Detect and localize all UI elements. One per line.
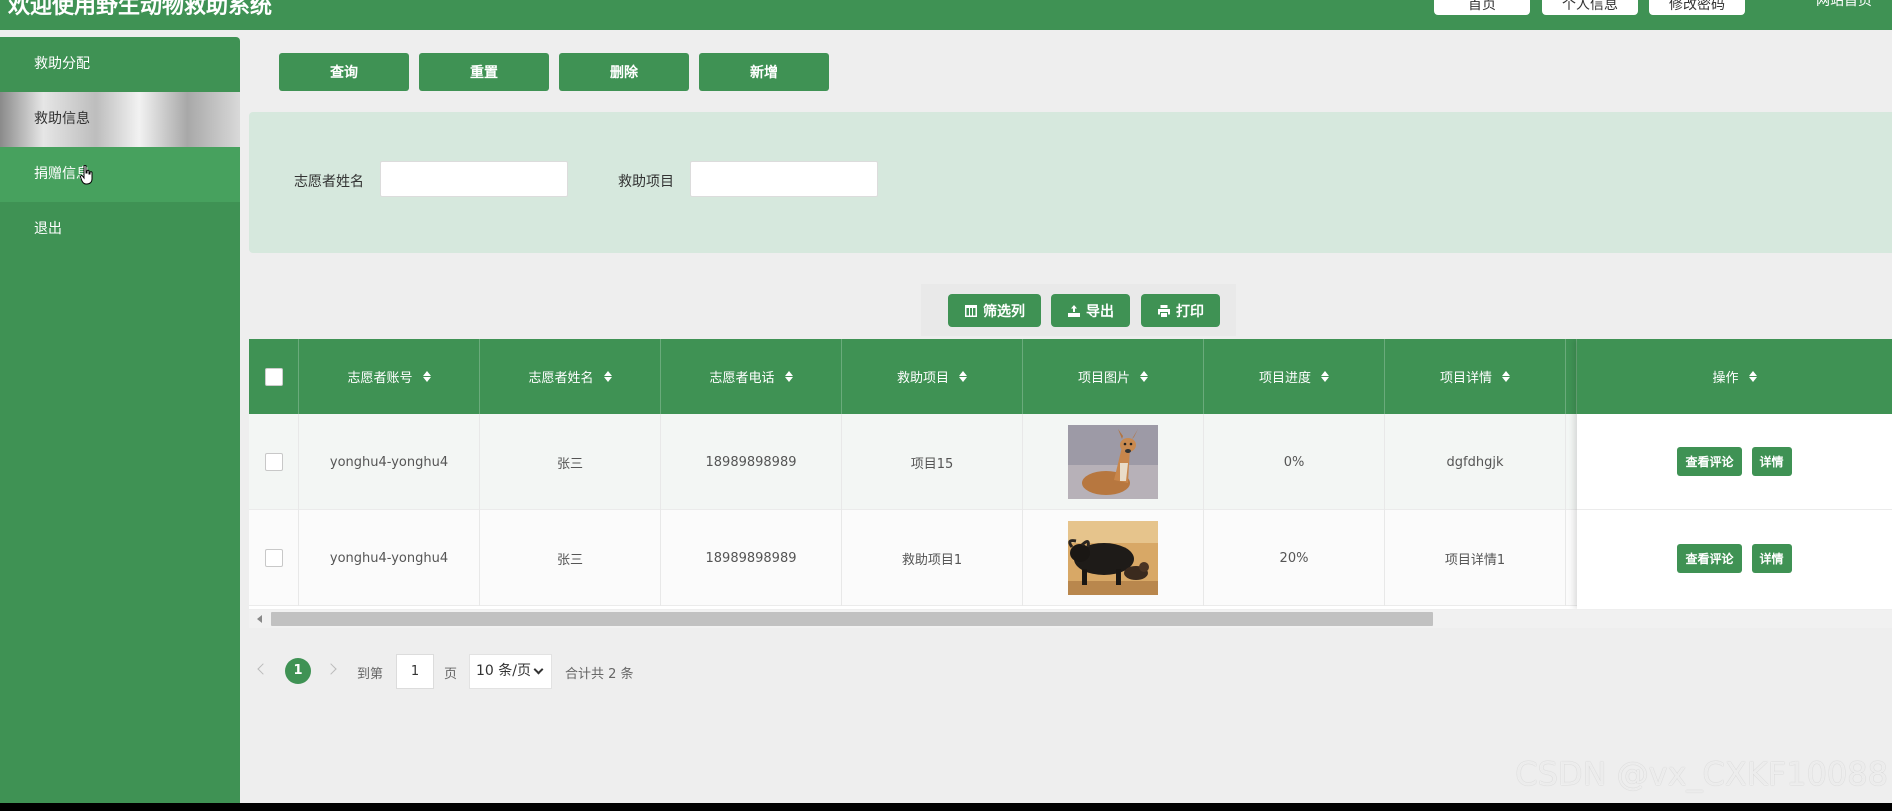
page-number-current[interactable]: 1: [285, 658, 311, 684]
column-header-gap: [1566, 339, 1577, 414]
chevron-down-icon: [533, 664, 544, 675]
sort-icon[interactable]: [603, 371, 612, 382]
print-button[interactable]: 打印: [1141, 294, 1220, 327]
column-header[interactable]: 志愿者账号: [299, 339, 480, 414]
page-size-select[interactable]: 10 条/页: [469, 654, 552, 689]
select-all-cell: [249, 339, 299, 414]
deer-photo[interactable]: [1068, 425, 1158, 499]
sort-icon[interactable]: [1140, 371, 1148, 382]
buffalo-photo[interactable]: [1068, 521, 1158, 595]
filter-columns-button[interactable]: 筛选列: [948, 294, 1041, 327]
prev-page-icon[interactable]: [257, 663, 269, 675]
phone-cell: 18989898989: [661, 414, 842, 510]
project-cell: 项目15: [842, 414, 1023, 510]
reset-button[interactable]: 重置: [419, 53, 549, 91]
row-select-cell: [249, 414, 299, 510]
next-page-icon[interactable]: [325, 663, 337, 675]
sidebar-item-label: 救助信息: [34, 111, 90, 127]
profile-button[interactable]: 个人信息: [1542, 0, 1638, 15]
change-password-button[interactable]: 修改密码: [1649, 0, 1745, 15]
printer-icon: [1158, 304, 1170, 317]
add-button[interactable]: 新增: [699, 53, 829, 91]
sort-icon[interactable]: [1321, 371, 1329, 382]
row-checkbox[interactable]: [264, 453, 283, 471]
watermark: CSDN @vx_CXKF10088: [1515, 755, 1888, 793]
rescue-table: 志愿者账号 志愿者姓名 志愿者电话 救助项目 项目图片 项目进度 项目详情 yo…: [249, 339, 1892, 609]
view-comments-button[interactable]: 查看评论: [1677, 543, 1742, 573]
details-cell: dgfdhgjk: [1385, 414, 1566, 510]
sort-icon[interactable]: [1502, 371, 1510, 382]
view-comments-button[interactable]: 查看评论: [1677, 447, 1742, 476]
project-input[interactable]: [690, 161, 878, 197]
project-cell: 救助项目1: [842, 510, 1023, 606]
column-header[interactable]: 志愿者电话: [661, 339, 842, 414]
column-header[interactable]: 救助项目: [842, 339, 1023, 414]
detail-button[interactable]: 详情: [1751, 447, 1792, 476]
detail-button[interactable]: 详情: [1751, 543, 1792, 573]
hand-cursor-icon: [80, 165, 93, 185]
page-unit-label: 页: [444, 667, 458, 682]
table-horizontal-scrollbar[interactable]: [249, 610, 1892, 628]
page: 欢迎使用野生动物救助系统 首页 个人信息 修改密码 网站首页 救助分配 救助信息…: [0, 0, 1892, 803]
details-cell: 项目详情1: [1385, 510, 1566, 606]
image-cell: [1023, 414, 1204, 510]
table-toolbar: 筛选列 导出 打印: [921, 284, 1236, 336]
total-count: 合计共 2 条: [565, 667, 634, 682]
phone-cell: 18989898989: [661, 510, 842, 606]
pagination: 1 到第 1 页 10 条/页 合计共 2 条: [253, 654, 753, 689]
home-button[interactable]: 首页: [1434, 0, 1530, 15]
sort-icon[interactable]: [422, 371, 431, 382]
sidebar-item-label: 退出: [34, 221, 62, 237]
sidebar-item-rescue-info[interactable]: 救助信息: [0, 92, 240, 147]
page-jump-input[interactable]: 1: [396, 654, 434, 689]
operation-cell: 查看评论 详情: [1577, 510, 1892, 606]
operation-column: 操作 查看评论 详情 查看评论 详情: [1577, 339, 1892, 609]
app-title: 欢迎使用野生动物救助系统: [8, 0, 273, 19]
column-header[interactable]: 项目详情: [1385, 339, 1566, 414]
operation-cell: 查看评论 详情: [1577, 414, 1892, 510]
sidebar-item-rescue-assignment[interactable]: 救助分配: [0, 37, 240, 92]
volunteer-name-input[interactable]: [380, 161, 568, 197]
sort-icon[interactable]: [784, 371, 793, 382]
volunteer-name-label: 志愿者姓名: [294, 174, 364, 190]
select-all-checkbox[interactable]: [264, 367, 283, 386]
export-icon: [1068, 304, 1080, 317]
delete-button[interactable]: 删除: [559, 53, 689, 91]
column-header[interactable]: 项目进度: [1204, 339, 1385, 414]
scrollbar-thumb[interactable]: [271, 612, 1433, 626]
progress-cell: 0%: [1204, 414, 1385, 510]
search-panel: 志愿者姓名 救助项目: [249, 112, 1892, 253]
query-button[interactable]: 查询: [279, 53, 409, 91]
progress-cell: 20%: [1204, 510, 1385, 606]
name-cell: 张三: [480, 414, 661, 510]
sidebar: 救助分配 救助信息 捐赠信息 退出: [0, 37, 240, 803]
export-button[interactable]: 导出: [1051, 294, 1130, 327]
column-header[interactable]: 项目图片: [1023, 339, 1204, 414]
sort-icon[interactable]: [1748, 371, 1757, 382]
account-cell: yonghu4-yonghu4: [299, 414, 480, 510]
goto-label: 到第: [357, 667, 384, 682]
sidebar-item-label: 救助分配: [34, 56, 90, 72]
sort-icon[interactable]: [959, 371, 967, 382]
top-header: 欢迎使用野生动物救助系统 首页 个人信息 修改密码 网站首页: [0, 0, 1892, 30]
project-label: 救助项目: [618, 174, 674, 190]
row-select-cell: [249, 510, 299, 606]
image-cell: [1023, 510, 1204, 606]
name-cell: 张三: [480, 510, 661, 606]
table-columns-icon: [965, 304, 977, 317]
row-checkbox[interactable]: [264, 549, 283, 567]
account-cell: yonghu4-yonghu4: [299, 510, 480, 606]
sidebar-item-donation-info[interactable]: 捐赠信息: [0, 147, 240, 202]
site-home-link[interactable]: 网站首页: [1816, 0, 1872, 8]
column-header[interactable]: 志愿者姓名: [480, 339, 661, 414]
column-header[interactable]: 操作: [1577, 339, 1892, 414]
scroll-left-arrow-icon[interactable]: [257, 615, 262, 623]
sidebar-item-logout[interactable]: 退出: [0, 202, 240, 257]
